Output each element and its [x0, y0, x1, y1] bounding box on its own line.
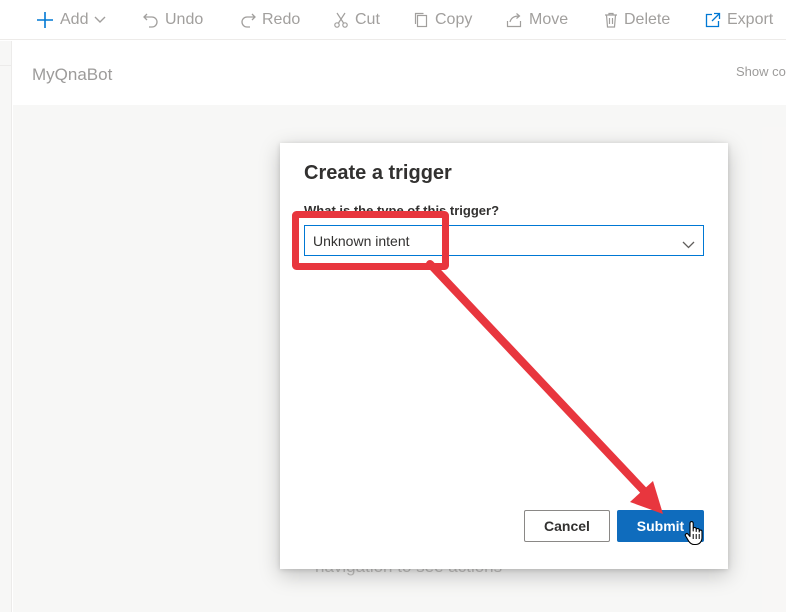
create-trigger-dialog: Create a trigger What is the type of thi… [280, 143, 728, 569]
move-button[interactable]: Move [506, 0, 568, 40]
trigger-type-label: What is the type of this trigger? [304, 203, 500, 218]
move-label: Move [529, 11, 569, 28]
add-button[interactable]: Add [36, 0, 106, 40]
add-label: Add [60, 11, 89, 28]
plus-icon [36, 11, 54, 29]
undo-icon [143, 12, 159, 28]
move-icon [506, 12, 523, 28]
cancel-button[interactable]: Cancel [524, 510, 610, 542]
copy-button[interactable]: Copy [413, 0, 472, 40]
redo-icon [240, 12, 256, 28]
export-label: Export [727, 11, 774, 28]
undo-button[interactable]: Undo [143, 0, 203, 40]
delete-label: Delete [624, 11, 671, 28]
trigger-type-value: Unknown intent [313, 233, 410, 249]
scissors-icon [333, 12, 349, 28]
export-button[interactable]: Export [705, 0, 773, 40]
trash-icon [604, 12, 618, 28]
chevron-down-icon [94, 16, 106, 24]
redo-label: Redo [262, 11, 301, 28]
redo-button[interactable]: Redo [240, 0, 300, 40]
copy-label: Copy [435, 11, 473, 28]
delete-button[interactable]: Delete [604, 0, 670, 40]
chevron-down-icon [682, 236, 695, 254]
export-icon [705, 12, 721, 28]
undo-label: Undo [165, 11, 204, 28]
copy-icon [413, 12, 429, 28]
cut-button[interactable]: Cut [333, 0, 380, 40]
cut-label: Cut [355, 11, 380, 28]
dialog-title: Create a trigger [304, 162, 452, 184]
hand-cursor-icon [684, 520, 704, 551]
command-toolbar: Add Undo Redo Cut Copy Move Delete Expor… [0, 0, 786, 40]
trigger-type-dropdown[interactable]: Unknown intent [304, 225, 704, 256]
